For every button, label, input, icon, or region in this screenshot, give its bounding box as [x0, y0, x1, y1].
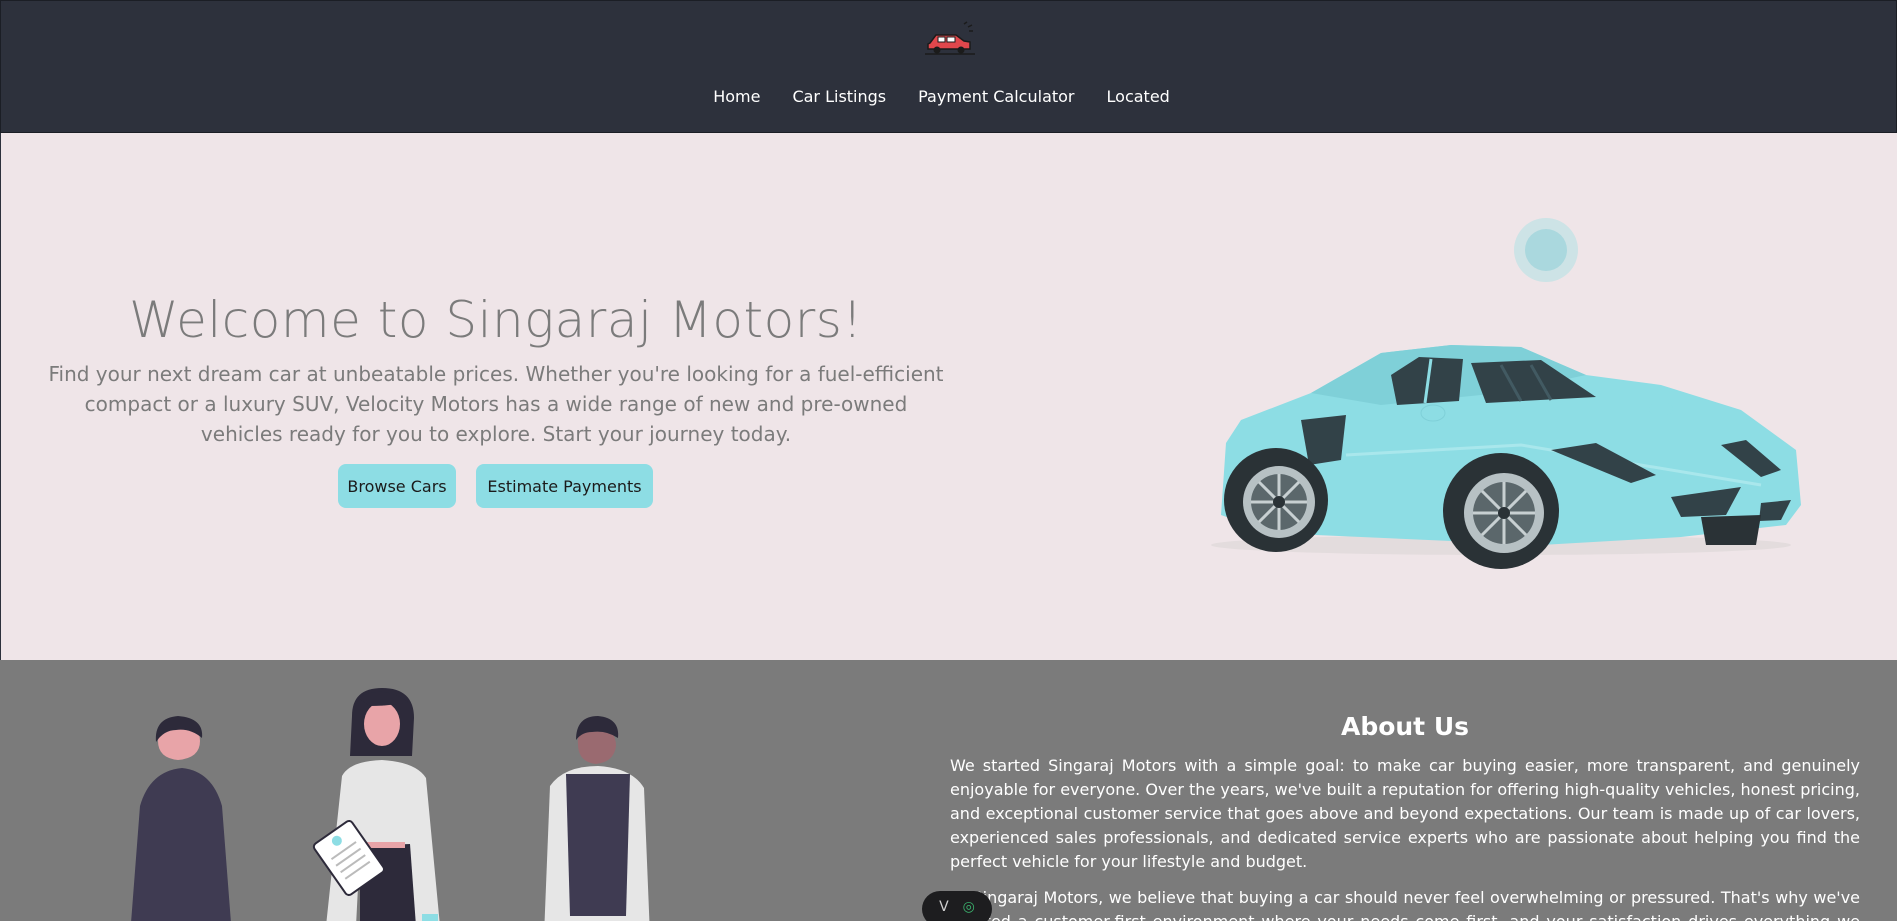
nav-payment-calculator[interactable]: Payment Calculator: [918, 87, 1074, 106]
estimate-payments-button[interactable]: Estimate Payments: [476, 464, 653, 508]
browse-cars-button[interactable]: Browse Cars: [338, 464, 456, 508]
main-nav: Home Car Listings Payment Calculator Loc…: [1, 87, 1897, 106]
site-header: Home Car Listings Payment Calculator Loc…: [0, 0, 1897, 133]
chevron-v-icon[interactable]: V: [939, 899, 949, 915]
nav-home[interactable]: Home: [713, 87, 760, 106]
target-icon[interactable]: ◎: [963, 899, 975, 915]
people-illustration: [131, 688, 650, 921]
nav-located[interactable]: Located: [1107, 87, 1170, 106]
car-logo-icon[interactable]: [922, 21, 978, 57]
about-title: About Us: [1340, 712, 1470, 741]
about-section: About Us We started Singaraj Motors with…: [0, 660, 1897, 921]
sports-car-illustration: [1211, 218, 1801, 569]
hero-section: Welcome to Singaraj Motors! Find your ne…: [0, 133, 1897, 660]
floating-dock[interactable]: V ◎: [922, 891, 992, 921]
about-paragraph-1: We started Singaraj Motors with a simple…: [950, 756, 1860, 871]
nav-car-listings[interactable]: Car Listings: [792, 87, 886, 106]
hero-text: Find your next dream car at unbeatable p…: [48, 362, 944, 446]
hero-title: Welcome to Singaraj Motors!: [129, 291, 863, 349]
about-paragraph-2: At Singaraj Motors, we believe that buyi…: [950, 888, 1860, 921]
